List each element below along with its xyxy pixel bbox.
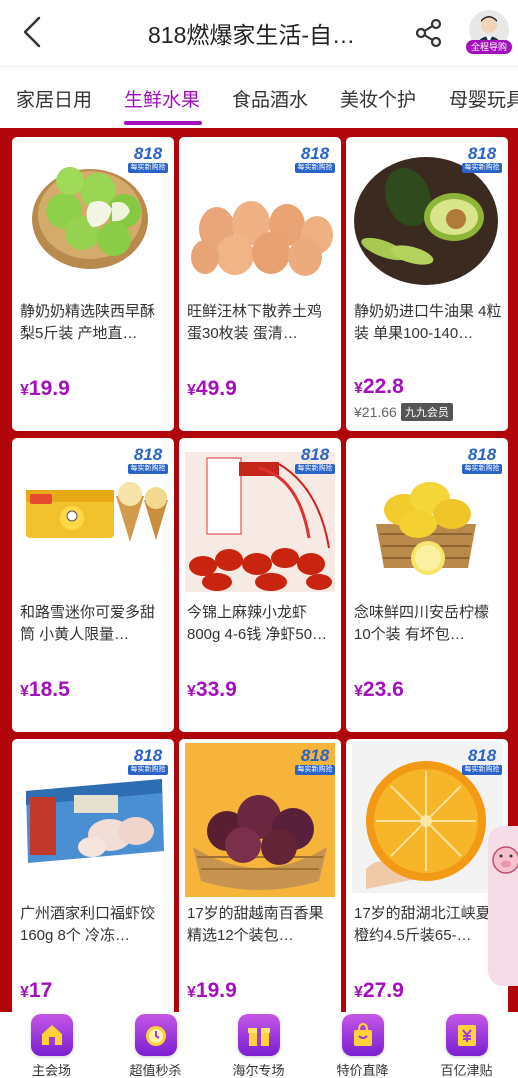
product-name: 17岁的甜越南百香果精选12个装包… <box>187 905 324 944</box>
product-card[interactable]: 818 每实新购抢 旺鲜汪林下散养土鸡蛋30枚装 蛋清… ¥49.9 <box>179 137 341 431</box>
member-tag: 九九会员 <box>400 403 453 421</box>
pig-mascot-icon <box>492 846 518 874</box>
product-card[interactable]: 818 每实新购抢 念味鲜四川安岳柠檬10个装 有坏包… ¥23.6 <box>346 438 508 732</box>
nav-label: 特价直降 <box>336 1063 389 1078</box>
product-price: ¥49.9 <box>187 377 237 400</box>
tab-food-drinks[interactable]: 食品酒水 <box>232 85 308 112</box>
product-card[interactable]: 818 每实新购抢 17岁的甜越南百香果精选12个装包… ¥19.9 <box>179 739 341 1012</box>
product-card[interactable]: 818 每实新购抢 静奶奶进口牛油果 4粒装 单果100-140… ¥22.8 ¥… <box>346 137 508 431</box>
nav-label: 百亿津贴 <box>440 1063 493 1078</box>
back-button[interactable] <box>14 14 50 50</box>
home-icon <box>30 1014 73 1056</box>
nav-subsidy[interactable]: 百亿津贴 <box>415 1014 518 1078</box>
tab-baby-toys[interactable]: 母婴玩具 <box>449 85 518 112</box>
818-badge: 818 每实新购抢 <box>128 446 168 476</box>
nav-flash-sale[interactable]: 超值秒杀 <box>104 1014 207 1078</box>
nav-label: 超值秒杀 <box>129 1063 182 1078</box>
avatar-badge: 全程导购 <box>466 40 512 54</box>
product-price: ¥19.9 <box>20 377 70 400</box>
product-name: 17岁的甜湖北江峡夏橙约4.5斤装65-… <box>354 905 491 944</box>
818-badge: 818 每实新购抢 <box>295 446 335 476</box>
tab-beauty-care[interactable]: 美妆个护 <box>340 85 416 112</box>
product-card[interactable]: 818 每实新购抢 17岁的甜湖北江峡夏橙约4.5斤装65-… ¥27.9 <box>346 739 508 1012</box>
shopping-guide-avatar[interactable]: 全程导购 <box>466 10 512 56</box>
product-name: 今锦上麻辣小龙虾 800g 4-6钱 净虾50… <box>187 604 328 643</box>
tab-home-daily[interactable]: 家居日用 <box>16 85 92 112</box>
product-card[interactable]: 818 每实新购抢 静奶奶精选陕西早酥梨5斤装 产地直… ¥19.9 <box>12 137 174 431</box>
818-badge: 818 每实新购抢 <box>295 145 335 175</box>
818-badge: 818 每实新购抢 <box>462 747 502 777</box>
nav-main-venue[interactable]: 主会场 <box>0 1014 103 1078</box>
product-price: ¥23.6 <box>354 678 404 701</box>
product-card[interactable]: 818 每实新购抢 和路雪迷你可爱多甜筒 小黄人限量… ¥18.5 <box>12 438 174 732</box>
bottom-navigation: 主会场 超值秒杀 海尔专场 特价直降 百亿津贴 <box>0 1012 518 1078</box>
gift-icon <box>237 1014 280 1056</box>
floating-assistant-widget[interactable] <box>488 826 518 986</box>
product-price: ¥33.9 <box>187 678 237 701</box>
nav-haier-special[interactable]: 海尔专场 <box>207 1014 310 1078</box>
product-name: 静奶奶精选陕西早酥梨5斤装 产地直… <box>20 303 156 342</box>
818-badge: 818 每实新购抢 <box>462 446 502 476</box>
product-name: 念味鲜四川安岳柠檬10个装 有坏包… <box>354 604 490 643</box>
818-badge: 818 每实新购抢 <box>462 145 502 175</box>
product-card[interactable]: 818 每实新购抢 今锦上麻辣小龙虾 800g 4-6钱 净虾50… ¥33.9 <box>179 438 341 732</box>
product-name: 静奶奶进口牛油果 4粒装 单果100-140… <box>354 303 502 342</box>
product-price: ¥22.8 <box>354 375 404 398</box>
share-icon <box>415 18 442 48</box>
active-tab-indicator <box>124 121 202 125</box>
page-title: 818燃爆家生活-自… <box>148 22 356 48</box>
share-button[interactable] <box>412 16 446 50</box>
product-name: 广州酒家利口福虾饺 160g 8个 冷冻… <box>20 905 156 944</box>
nav-price-drop[interactable]: 特价直降 <box>311 1014 414 1078</box>
818-badge: 818 每实新购抢 <box>128 145 168 175</box>
alarm-clock-icon <box>134 1014 177 1056</box>
category-tabs: 家居日用 生鲜水果 食品酒水 美妆个护 母婴玩具 <box>0 66 518 128</box>
product-price: ¥27.9 <box>354 979 404 1002</box>
product-name: 和路雪迷你可爱多甜筒 小黄人限量… <box>20 604 156 643</box>
818-badge: 818 每实新购抢 <box>295 747 335 777</box>
product-card[interactable]: 818 每实新购抢 广州酒家利口福虾饺 160g 8个 冷冻… ¥17 <box>12 739 174 1012</box>
back-arrow-icon <box>23 16 41 48</box>
product-price: ¥17 <box>20 979 53 1002</box>
nav-label: 主会场 <box>31 1063 71 1078</box>
product-price: ¥19.9 <box>187 979 237 1002</box>
product-grid: 818 每实新购抢 静奶奶精选陕西早酥梨5斤装 产地直… ¥19.9 818 每实新… <box>0 128 518 1012</box>
top-bar: 818燃爆家生活-自… 全程导购 <box>0 0 518 66</box>
nav-label: 海尔专场 <box>232 1063 285 1078</box>
product-price: ¥18.5 <box>20 678 70 701</box>
product-name: 旺鲜汪林下散养土鸡蛋30枚装 蛋清… <box>187 303 323 342</box>
member-price-row: ¥21.66 九九会员 <box>354 403 453 421</box>
tab-fresh-fruit[interactable]: 生鲜水果 <box>124 85 200 112</box>
818-badge: 818 每实新购抢 <box>128 747 168 777</box>
member-price: ¥21.66 <box>354 404 397 420</box>
yen-card-icon <box>445 1014 488 1056</box>
shopping-bag-icon <box>341 1014 384 1056</box>
